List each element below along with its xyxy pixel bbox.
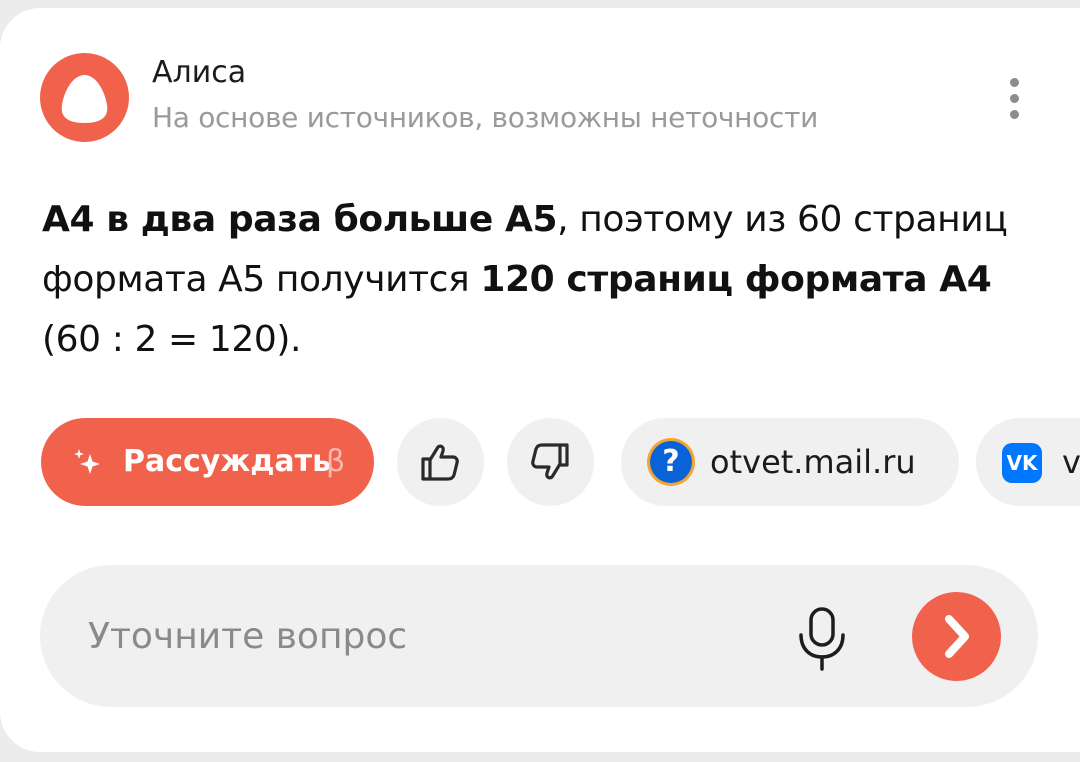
follow-up-input[interactable] xyxy=(86,605,750,667)
thumbs-up-icon xyxy=(421,444,459,481)
source-chip-vk[interactable]: VK v xyxy=(976,418,1080,506)
send-button[interactable] xyxy=(912,592,1001,681)
dislike-button[interactable] xyxy=(507,418,594,506)
follow-up-input-bar xyxy=(40,565,1038,707)
like-button[interactable] xyxy=(397,418,484,506)
thumbs-down-icon xyxy=(531,443,569,480)
think-button-label: Рассуждать xyxy=(123,444,332,479)
otvet-mail-icon: ? xyxy=(650,441,692,483)
chevron-right-icon xyxy=(945,615,969,658)
source-label: otvet.mail.ru xyxy=(710,443,916,481)
source-label: v xyxy=(1062,443,1080,481)
sparkle-icon xyxy=(74,449,100,474)
assistant-name: Алиса xyxy=(152,55,247,90)
answer-text-3: (60 : 2 = 120). xyxy=(42,319,302,360)
alice-logo-icon xyxy=(40,53,129,142)
action-chips-row: Рассуждать β ? otvet.mail.ru VK v xyxy=(0,410,1080,506)
alice-answer-card: Алиса На основе источников, возможны нет… xyxy=(0,8,1080,752)
vk-icon: VK xyxy=(1002,443,1042,483)
otvet-mail-glyph: ? xyxy=(662,444,680,479)
think-button[interactable]: Рассуждать β xyxy=(41,418,374,506)
sources-disclaimer: На основе источников, возможны неточност… xyxy=(152,101,819,134)
beta-badge: β xyxy=(326,444,346,479)
source-chip-otvet-mail[interactable]: ? otvet.mail.ru xyxy=(621,418,959,506)
microphone-icon[interactable] xyxy=(792,605,852,671)
more-vertical-icon[interactable] xyxy=(996,74,1036,124)
answer-text: А4 в два раза больше А5, поэтому из 60 с… xyxy=(42,190,1052,370)
answer-bold-1: А4 в два раза больше А5 xyxy=(42,199,558,240)
answer-bold-2: 120 страниц формата А4 xyxy=(480,259,992,300)
